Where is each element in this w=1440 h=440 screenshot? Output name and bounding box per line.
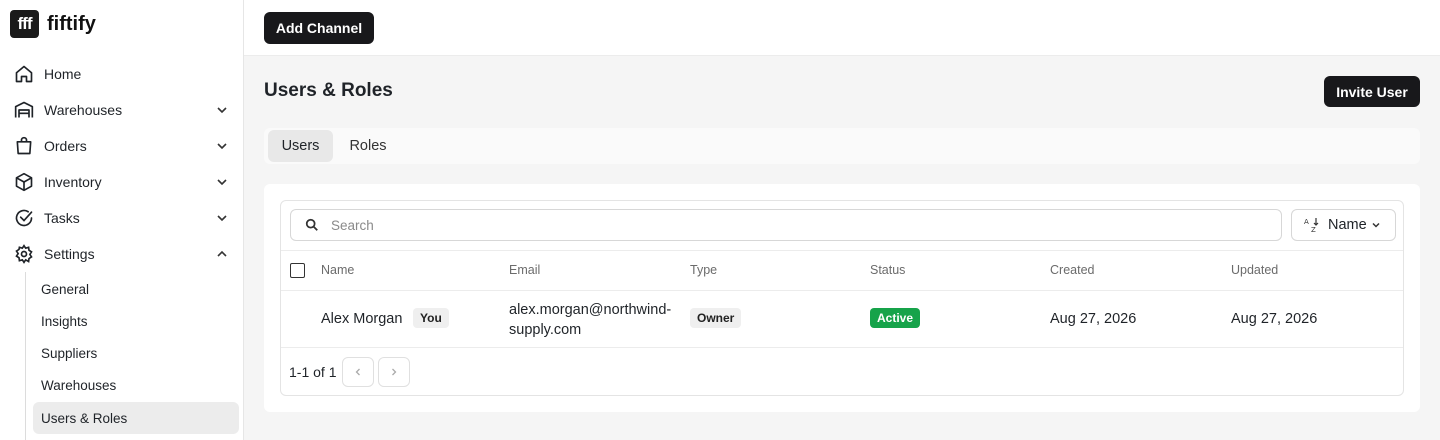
prev-page-button[interactable] bbox=[342, 357, 374, 387]
gear-icon bbox=[12, 242, 36, 266]
select-all-checkbox[interactable] bbox=[290, 263, 305, 278]
chevron-down-icon bbox=[217, 107, 227, 114]
invite-user-button[interactable]: Invite User bbox=[1324, 76, 1420, 107]
box-icon bbox=[12, 170, 36, 194]
search-box[interactable] bbox=[290, 209, 1282, 241]
add-channel-button[interactable]: Add Channel bbox=[264, 12, 374, 44]
type-badge: Owner bbox=[690, 308, 742, 328]
nav-label: Tasks bbox=[44, 210, 80, 226]
email-line-1: alex.morgan@northwind- bbox=[509, 302, 672, 318]
brand-logo: fff bbox=[10, 10, 39, 38]
sidebar-item-users-roles[interactable]: Users & Roles bbox=[33, 402, 239, 434]
sort-az-icon: AZ bbox=[1304, 218, 1319, 233]
user-email: alex.morgan@northwind- supply.com bbox=[509, 300, 671, 340]
column-header-status[interactable]: Status bbox=[870, 263, 905, 277]
tab-users[interactable]: Users bbox=[268, 130, 333, 162]
chevron-down-icon bbox=[217, 215, 227, 222]
nav-item-tasks[interactable]: Tasks bbox=[12, 203, 232, 233]
table-row[interactable]: Alex Morgan You alex.morgan@northwind- s… bbox=[281, 291, 1403, 348]
chevron-down-icon bbox=[217, 179, 227, 186]
nav-item-home[interactable]: Home bbox=[12, 59, 232, 89]
nav-item-inventory[interactable]: Inventory bbox=[12, 167, 232, 197]
sort-button[interactable]: AZ Name bbox=[1291, 209, 1396, 241]
nav-item-settings[interactable]: Settings bbox=[12, 239, 232, 269]
topbar bbox=[244, 0, 1440, 56]
table-header: Name Email Type Status Created Updated bbox=[281, 250, 1403, 291]
you-badge: You bbox=[413, 308, 449, 328]
svg-text:A: A bbox=[1304, 218, 1309, 226]
chevron-down-icon bbox=[1372, 222, 1380, 228]
svg-text:Z: Z bbox=[1311, 226, 1316, 233]
users-table: AZ Name Name Email Type Status Created U… bbox=[280, 200, 1404, 396]
email-line-2: supply.com bbox=[509, 322, 582, 338]
nav-item-warehouses[interactable]: Warehouses bbox=[12, 95, 232, 125]
nav-label: Home bbox=[44, 66, 82, 82]
home-icon bbox=[12, 62, 36, 86]
search-icon bbox=[305, 218, 318, 231]
pagination-count: 1-1 of 1 bbox=[289, 364, 337, 380]
warehouse-icon bbox=[12, 98, 36, 122]
next-page-button[interactable] bbox=[378, 357, 410, 387]
sidebar-item-insights[interactable]: Insights bbox=[33, 305, 239, 337]
sidebar: fff fiftify Home Warehouses Orders Inven… bbox=[0, 0, 244, 440]
nav-label: Warehouses bbox=[44, 102, 123, 118]
column-header-type[interactable]: Type bbox=[690, 263, 717, 277]
tab-roles[interactable]: Roles bbox=[338, 130, 398, 162]
sidebar-item-general[interactable]: General bbox=[33, 273, 239, 305]
check-circle-icon bbox=[12, 206, 36, 230]
sidebar-item-warehouses[interactable]: Warehouses bbox=[33, 369, 239, 401]
nav-label: Settings bbox=[44, 246, 95, 262]
status-badge: Active bbox=[870, 308, 921, 328]
column-header-email[interactable]: Email bbox=[509, 263, 540, 277]
brand[interactable]: fff fiftify bbox=[10, 10, 96, 38]
chevron-left-icon bbox=[355, 368, 360, 376]
search-input[interactable] bbox=[331, 217, 1231, 233]
chevron-down-icon bbox=[217, 143, 227, 150]
users-card: AZ Name Name Email Type Status Created U… bbox=[264, 184, 1420, 412]
nav-label: Orders bbox=[44, 138, 87, 154]
tabs: Users Roles bbox=[264, 128, 1420, 164]
nav-item-orders[interactable]: Orders bbox=[12, 131, 232, 161]
chevron-right-icon bbox=[392, 368, 397, 376]
brand-name: fiftify bbox=[47, 12, 96, 35]
column-header-created[interactable]: Created bbox=[1050, 263, 1094, 277]
column-header-updated[interactable]: Updated bbox=[1231, 263, 1278, 277]
submenu-rail bbox=[25, 272, 26, 440]
sidebar-item-suppliers[interactable]: Suppliers bbox=[33, 337, 239, 369]
chevron-up-icon bbox=[217, 250, 227, 257]
user-name: Alex Morgan bbox=[321, 311, 403, 327]
shopping-bag-icon bbox=[12, 134, 36, 158]
sort-label: Name bbox=[1328, 217, 1367, 233]
created-date: Aug 27, 2026 bbox=[1050, 311, 1137, 327]
page-title: Users & Roles bbox=[264, 80, 393, 101]
column-header-name[interactable]: Name bbox=[321, 263, 354, 277]
nav-label: Inventory bbox=[44, 174, 102, 190]
updated-date: Aug 27, 2026 bbox=[1231, 311, 1318, 327]
